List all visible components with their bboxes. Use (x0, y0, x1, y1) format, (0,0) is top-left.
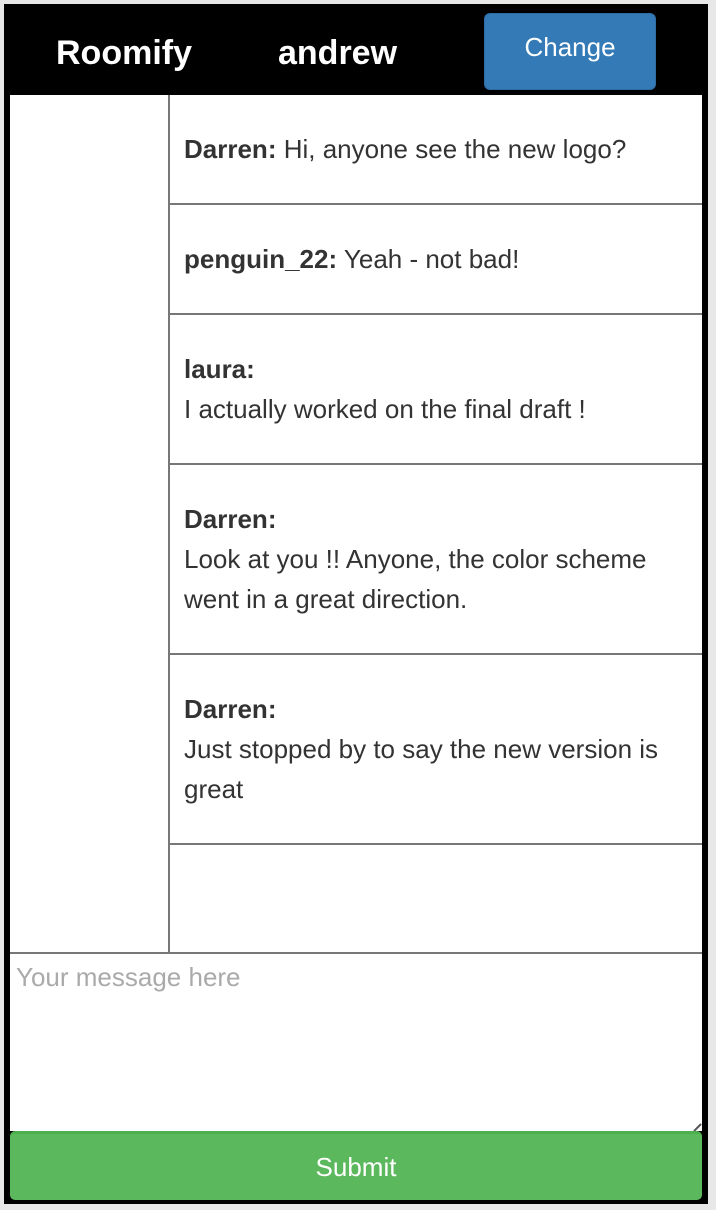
message-input-placeholder: Your message here (16, 962, 241, 992)
resize-handle-icon[interactable] (686, 1116, 702, 1132)
message-author: Darren: (184, 694, 277, 724)
message-list: Darren: Hi, anyone see the new logo? pen… (170, 95, 702, 845)
message-text: I actually worked on the final draft ! (184, 394, 586, 424)
message-item: laura: I actually worked on the final dr… (170, 315, 702, 465)
message-text: Look at you !! Anyone, the color scheme … (184, 544, 647, 614)
message-text: Yeah - not bad! (343, 244, 520, 274)
message-author: penguin_22: (184, 244, 338, 274)
message-item: Darren: Hi, anyone see the new logo? (170, 95, 702, 205)
username: andrew (278, 34, 398, 72)
message-item: Darren: Look at you !! Anyone, the color… (170, 465, 702, 655)
message-author: Darren: (184, 504, 277, 534)
message-author: laura: (184, 354, 255, 384)
change-button[interactable]: Change (484, 13, 656, 90)
app-window: Roomify andrew Change Darren: Hi, anyone… (4, 4, 708, 1204)
chat-area: Darren: Hi, anyone see the new logo? pen… (10, 95, 702, 952)
room-sidebar (10, 95, 170, 952)
header: Roomify andrew Change (4, 4, 708, 95)
message-author: Darren: (184, 134, 277, 164)
message-item: penguin_22: Yeah - not bad! (170, 205, 702, 315)
message-text: Just stopped by to say the new version i… (184, 734, 659, 804)
submit-button[interactable]: Submit (10, 1131, 702, 1200)
brand-logo: Roomify (56, 34, 192, 72)
message-item: Darren: Just stopped by to say the new v… (170, 655, 702, 845)
message-text: Hi, anyone see the new logo? (283, 134, 627, 164)
message-input[interactable]: Your message here (10, 952, 702, 1132)
